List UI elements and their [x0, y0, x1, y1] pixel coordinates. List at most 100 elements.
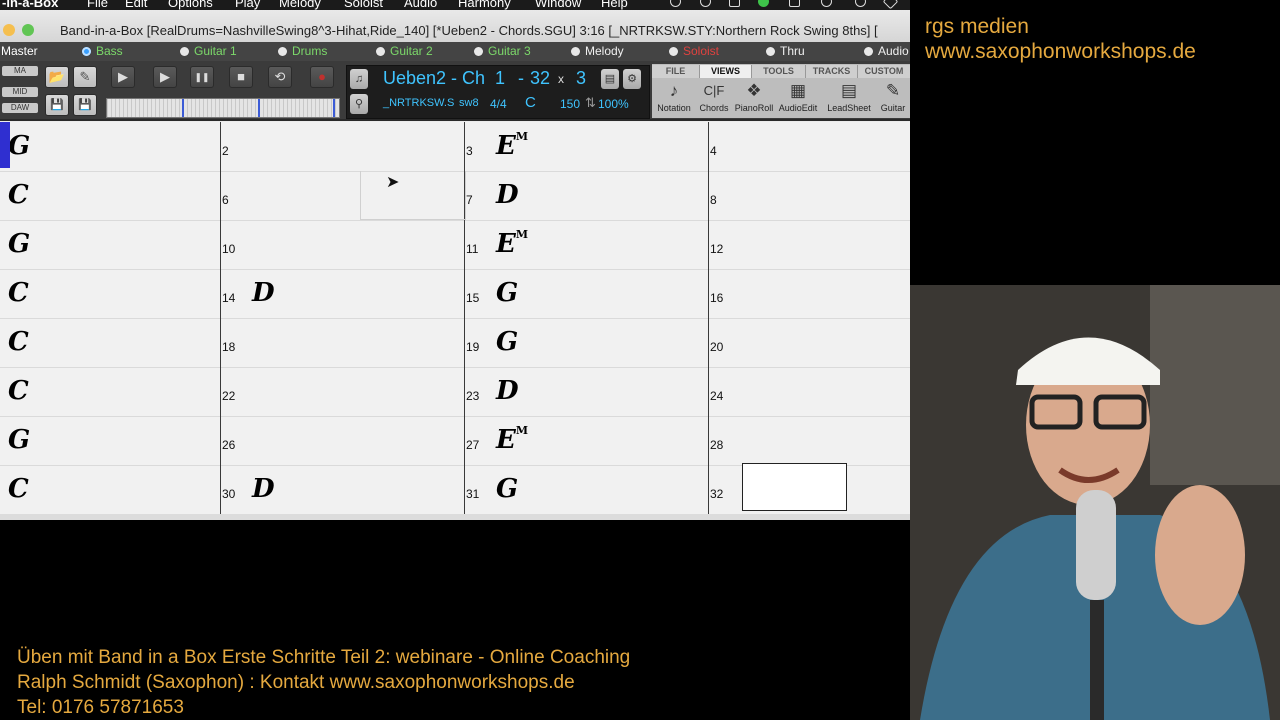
- notes-icon[interactable]: ▤: [601, 69, 619, 89]
- chord-cell[interactable]: C: [0, 367, 220, 416]
- chord-cell[interactable]: 15 G: [464, 269, 708, 318]
- menu-audio[interactable]: Audio: [404, 0, 437, 10]
- lead-sheet-button[interactable]: ▤ LeadSheet: [824, 79, 874, 117]
- chord-cell[interactable]: G: [0, 220, 220, 269]
- settings-gear-icon[interactable]: ⚙: [623, 69, 641, 89]
- menu-soloist[interactable]: Soloist: [344, 0, 383, 10]
- menu-file[interactable]: File: [87, 0, 108, 10]
- chord-cell[interactable]: 18: [220, 318, 464, 367]
- feel-readout[interactable]: sw8: [459, 97, 479, 109]
- menu-harmony[interactable]: Harmony: [458, 0, 511, 10]
- track-soloist[interactable]: Soloist: [669, 44, 719, 58]
- track-guitar-1[interactable]: Guitar 1: [180, 44, 237, 58]
- creative-cloud-icon[interactable]: [670, 0, 681, 7]
- zoom-button[interactable]: [22, 24, 34, 36]
- menu-melody[interactable]: Melody: [279, 0, 321, 10]
- stop-button[interactable]: ■: [229, 66, 253, 88]
- chord-cell[interactable]: 12: [708, 220, 910, 269]
- menu-help[interactable]: Help: [601, 0, 628, 10]
- choruses-count[interactable]: 3: [576, 68, 586, 89]
- guitar-button[interactable]: ✎ Guitar: [876, 79, 910, 117]
- style-name[interactable]: _NRTRKSW.S: [383, 97, 454, 109]
- loop-button[interactable]: ⟲: [268, 66, 292, 88]
- menu-play[interactable]: Play: [235, 0, 260, 10]
- tempo-stepper-icon[interactable]: ⇅: [585, 95, 596, 111]
- chord-cell[interactable]: 26: [220, 416, 464, 465]
- search-icon[interactable]: ⚲: [350, 94, 368, 114]
- edit-pen-icon[interactable]: ✎: [73, 66, 97, 88]
- track-dot-icon[interactable]: [864, 47, 873, 56]
- track-audio[interactable]: Audio: [864, 44, 909, 58]
- bars-count[interactable]: 32: [530, 68, 550, 89]
- bluetooth-icon[interactable]: [855, 0, 866, 7]
- tab-tools[interactable]: TOOLS: [752, 65, 806, 78]
- notation-button[interactable]: ♪ Notation: [654, 79, 694, 117]
- position-readout[interactable]: 1: [495, 68, 505, 89]
- tempo-readout[interactable]: 150: [560, 97, 580, 111]
- camera-icon[interactable]: [729, 0, 740, 7]
- chord-cell[interactable]: 30 D: [220, 465, 464, 514]
- side-button-daw[interactable]: DAW: [2, 103, 38, 113]
- chord-cell[interactable]: 4: [708, 122, 910, 171]
- track-guitar-3[interactable]: Guitar 3: [474, 44, 531, 58]
- piano-roll-button[interactable]: ❖ PianoRoll: [733, 79, 775, 117]
- track-dot-icon[interactable]: [766, 47, 775, 56]
- tab-custom[interactable]: CUSTOM: [858, 65, 910, 78]
- menu-window[interactable]: Window: [535, 0, 581, 10]
- chord-cell[interactable]: 16: [708, 269, 910, 318]
- heart-icon[interactable]: [882, 0, 899, 10]
- track-dot-icon[interactable]: [278, 47, 287, 56]
- volume-readout[interactable]: 100%: [598, 97, 629, 111]
- menu-edit[interactable]: Edit: [125, 0, 147, 10]
- song-title[interactable]: Ueben2 - Ch: [383, 68, 485, 89]
- chords-button[interactable]: C|F Chords: [695, 79, 733, 117]
- clock-icon[interactable]: [821, 0, 832, 7]
- chord-cell[interactable]: 14 D: [220, 269, 464, 318]
- minimize-button[interactable]: [3, 24, 15, 36]
- chord-cell[interactable]: 8: [708, 171, 910, 220]
- chord-cell[interactable]: C: [0, 269, 220, 318]
- chord-cell[interactable]: G: [0, 416, 220, 465]
- chord-cell[interactable]: 23 D: [464, 367, 708, 416]
- chord-cell[interactable]: 3 EM: [464, 122, 708, 171]
- side-button-ma[interactable]: MA: [2, 66, 38, 76]
- open-folder-icon[interactable]: 📂: [45, 66, 69, 88]
- horizontal-scrollbar[interactable]: [0, 514, 910, 520]
- chord-cell[interactable]: 27 EM: [464, 416, 708, 465]
- chord-sheet[interactable]: G 2 3 EM 4 C 6 7 D 8 G 10 11 EM 12 C 14 D 15 G 16 C 18 19 G 20 C 22…: [0, 122, 910, 520]
- chord-cell[interactable]: 22: [220, 367, 464, 416]
- menu-app[interactable]: -in-a-Box: [2, 0, 58, 10]
- timeline-marker[interactable]: [333, 99, 335, 117]
- chord-cell[interactable]: 19 G: [464, 318, 708, 367]
- track-dot-icon[interactable]: [474, 47, 483, 56]
- pause-button[interactable]: ❚❚: [190, 66, 214, 88]
- menu-options[interactable]: Options: [168, 0, 213, 10]
- play-button[interactable]: ▶: [111, 66, 135, 88]
- play-from-bar-button[interactable]: ▶: [153, 66, 177, 88]
- chord-cell[interactable]: C: [0, 465, 220, 514]
- chord-cell[interactable]: C: [0, 171, 220, 220]
- track-bass[interactable]: Bass: [82, 44, 123, 58]
- pen-icon[interactable]: [789, 0, 800, 7]
- song-menu-icon[interactable]: ♫: [350, 69, 368, 89]
- tab-file[interactable]: FILE: [652, 65, 700, 78]
- chord-cell[interactable]: 10: [220, 220, 464, 269]
- track-dot-icon[interactable]: [82, 47, 91, 56]
- tab-views[interactable]: VIEWS: [700, 65, 752, 78]
- track-drums[interactable]: Drums: [278, 44, 327, 58]
- tab-tracks[interactable]: TRACKS: [806, 65, 858, 78]
- chord-cell[interactable]: 24: [708, 367, 910, 416]
- save-icon[interactable]: 💾: [45, 94, 69, 116]
- song-timeline-slider[interactable]: [106, 98, 340, 118]
- track-thru[interactable]: Thru: [766, 44, 805, 58]
- track-dot-icon[interactable]: [571, 47, 580, 56]
- time-signature[interactable]: 4/4: [490, 97, 507, 111]
- chord-cell[interactable]: 11 EM: [464, 220, 708, 269]
- chord-cell[interactable]: 2: [220, 122, 464, 171]
- track-dot-icon[interactable]: [376, 47, 385, 56]
- record-button[interactable]: ●: [310, 66, 334, 88]
- chord-cell[interactable]: 20: [708, 318, 910, 367]
- track-guitar-2[interactable]: Guitar 2: [376, 44, 433, 58]
- selected-cell[interactable]: [742, 463, 847, 511]
- track-dot-icon[interactable]: [669, 47, 678, 56]
